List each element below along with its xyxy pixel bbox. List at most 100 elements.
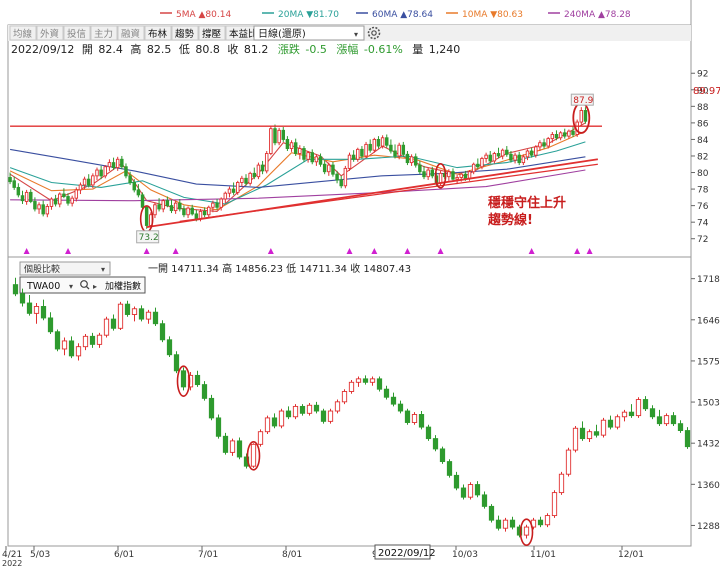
x-tick-label: 8/01 (282, 550, 302, 560)
info-pct: -0.61% (364, 43, 403, 56)
candle-body (132, 182, 136, 191)
candle-body (364, 143, 368, 157)
chevron-down-icon[interactable]: ▾ (69, 282, 73, 291)
candle-body (61, 340, 68, 350)
candle-body (385, 137, 389, 146)
candle-body (166, 339, 173, 356)
candle-body (82, 335, 89, 348)
candle-body (236, 182, 240, 193)
candle-body (401, 144, 406, 155)
candle-body (583, 110, 588, 122)
candle-body (96, 334, 103, 345)
candle-body (173, 354, 180, 372)
candle-body (471, 163, 476, 173)
candle-body (481, 494, 488, 507)
candle-body (451, 171, 455, 180)
candle-body (550, 134, 555, 140)
candle-body (16, 186, 21, 196)
index-code[interactable]: TWA00 (26, 281, 60, 292)
candle-body (467, 484, 474, 498)
candle-body (19, 293, 26, 304)
candle-body (236, 440, 243, 458)
candle-body (194, 374, 201, 386)
x-axis-year: 2022 (2, 559, 22, 568)
candle-body (538, 142, 542, 148)
candle-body (222, 435, 229, 453)
candle-body (322, 163, 327, 173)
legend-label-20ma: 20MA ▼81.70 (278, 10, 339, 20)
candle-body (551, 492, 558, 517)
candle-body (157, 204, 161, 210)
candle-body (152, 311, 159, 325)
candle-body (173, 202, 178, 212)
candle-body (269, 128, 273, 154)
candle-body (537, 519, 544, 526)
candle-body (202, 210, 207, 216)
candle-body (446, 461, 453, 476)
y-tick-label: 17184 (697, 275, 720, 285)
toolbar-tab-label-7: 撐壓 (202, 28, 222, 40)
x-tick-label: 10/03 (452, 550, 478, 560)
candle-body (252, 172, 257, 178)
candle-body (390, 396, 397, 405)
info-open: 82.4 (98, 43, 123, 56)
candle-body (579, 110, 584, 123)
candle-body (211, 202, 215, 208)
cursor-date: 2022/09/12 (378, 548, 436, 559)
candle-body (335, 173, 339, 181)
candle-body (513, 154, 517, 161)
y-tick-label: 74 (697, 219, 709, 229)
candle-body (91, 175, 95, 186)
candle-body (49, 198, 54, 207)
candle-body (78, 184, 83, 191)
candle-body (271, 417, 278, 427)
candle-body (140, 194, 145, 208)
y-tick-label: 86 (697, 119, 709, 129)
candle-body (426, 169, 430, 178)
candle-body (215, 202, 219, 208)
candle-body (75, 346, 82, 357)
candle-body (331, 164, 335, 175)
legend-label-10ma: 10MA ▼80.63 (462, 10, 523, 20)
add-index-label[interactable]: 加權指數 (105, 280, 141, 292)
candle-body (74, 189, 79, 199)
candle-body (389, 144, 393, 152)
candle-body (409, 156, 414, 164)
candle-body (208, 397, 215, 419)
y-tick-label: 72 (697, 235, 708, 245)
candle-body (248, 172, 252, 184)
legend-label-240ma: 240MA ▲78.28 (564, 10, 631, 20)
candle-body (66, 196, 70, 204)
candle-body (351, 154, 356, 160)
candle-body (165, 200, 170, 207)
candle-body (138, 308, 145, 320)
compare-select-label: 個股比較 (24, 263, 60, 275)
trend-note-line2: 趨勢線! (487, 212, 533, 228)
candle-body (103, 318, 110, 336)
candle-body (525, 150, 530, 158)
candle-body (182, 208, 186, 216)
candle-body (372, 138, 377, 151)
y-tick-label: 16468 (697, 316, 720, 326)
toolbar-tab-label-0: 均線 (13, 28, 33, 40)
candle-body (484, 154, 488, 159)
candle-body (509, 519, 516, 528)
candle-body (453, 474, 460, 489)
chevron-right-icon[interactable]: ▸ (93, 282, 97, 291)
candle-body (418, 164, 422, 173)
candle-body (642, 399, 649, 410)
candle-body (215, 417, 222, 437)
candle-body (397, 144, 401, 157)
toolbar-tab-label-4: 融資 (121, 28, 140, 40)
y-tick-label: 14320 (697, 440, 720, 450)
candle-body (509, 153, 513, 161)
candle-body (169, 205, 174, 212)
candle-body (256, 164, 261, 178)
candle-body (523, 526, 530, 536)
candle-body (534, 146, 538, 156)
candle-body (684, 430, 691, 448)
candle-body (380, 137, 385, 147)
candle-body (159, 323, 166, 341)
candle-body (334, 401, 341, 412)
candle-body (131, 308, 138, 315)
